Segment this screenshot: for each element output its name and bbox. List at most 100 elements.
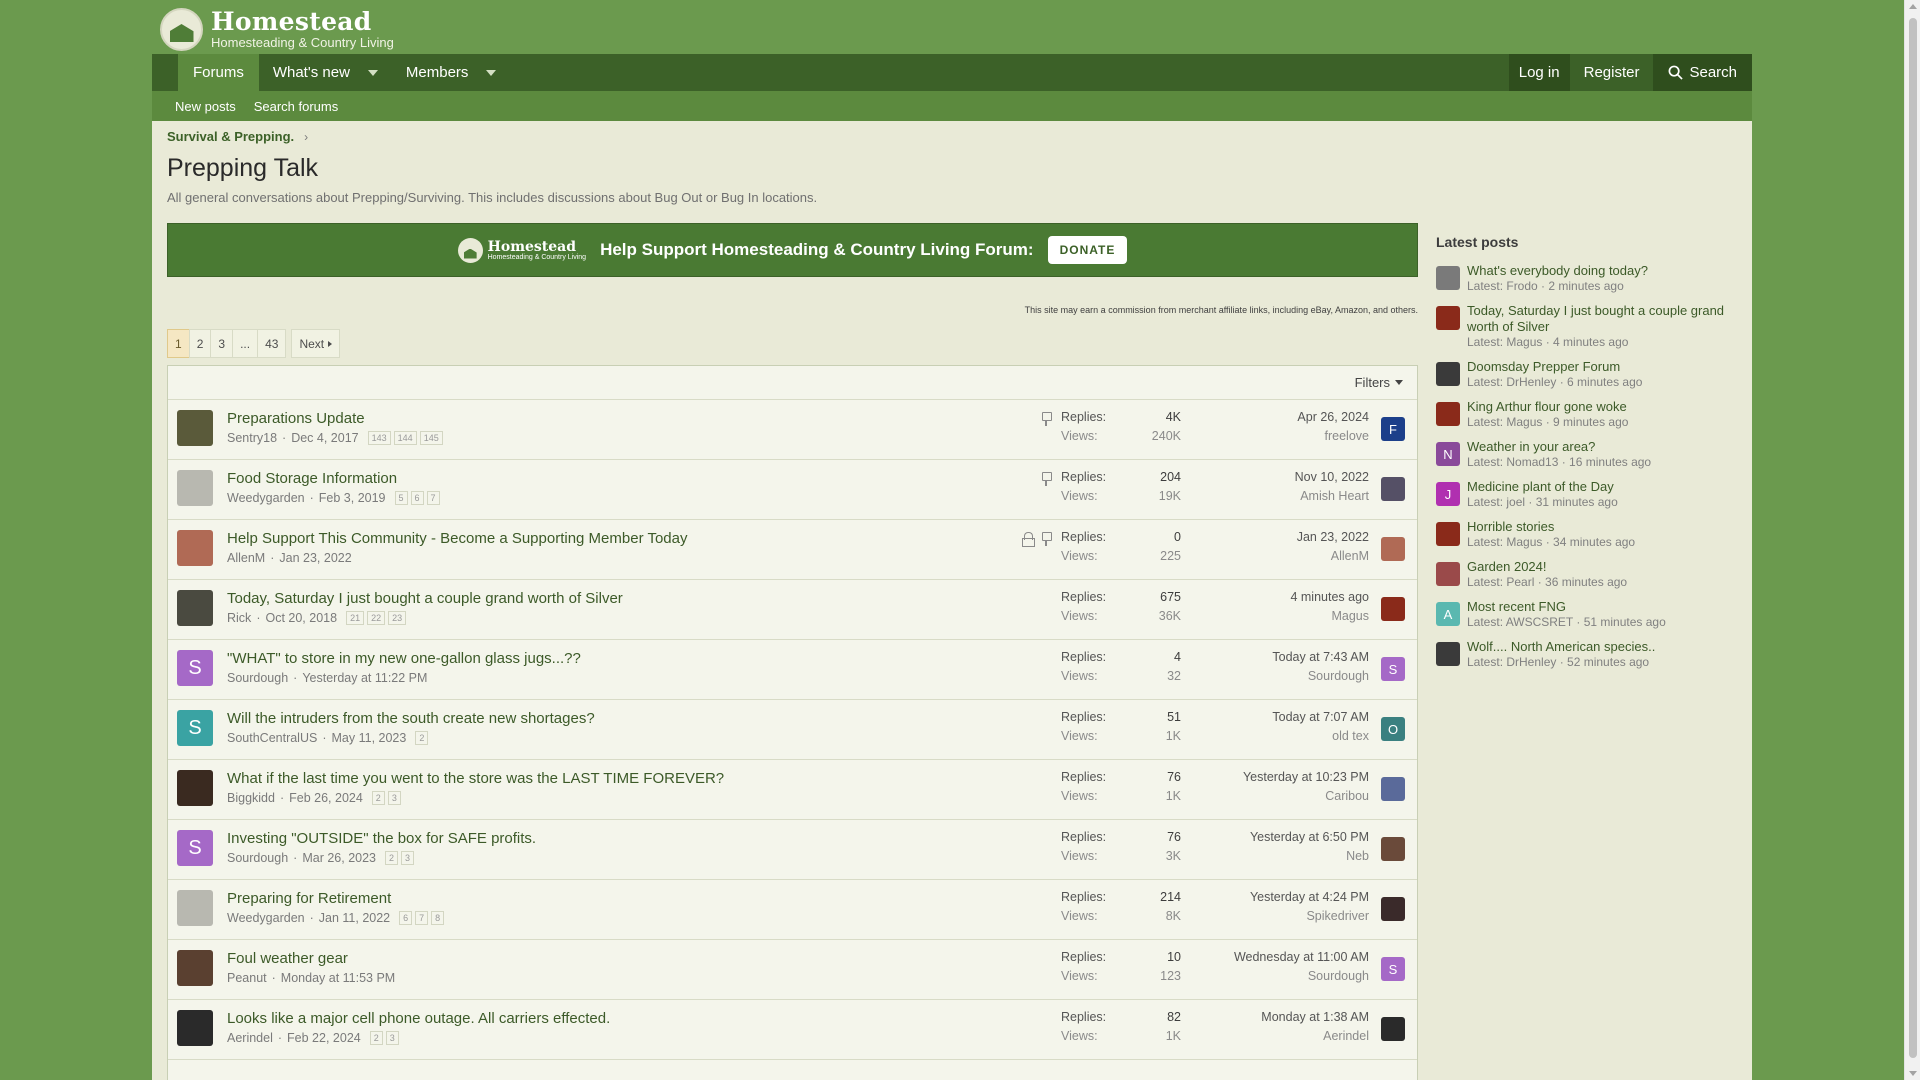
thread-title[interactable]: Foul weather gear xyxy=(227,950,348,967)
avatar[interactable] xyxy=(1436,362,1460,386)
scroll-up-icon[interactable] xyxy=(1909,4,1917,9)
last-poster-avatar[interactable]: S xyxy=(1381,657,1405,681)
thread-date[interactable]: Oct 20, 2018 xyxy=(265,611,337,625)
latest-post-title[interactable]: Wolf.... North American species.. xyxy=(1467,639,1655,655)
latest-post-title[interactable]: King Arthur flour gone woke xyxy=(1467,399,1628,415)
thread-date[interactable]: Jan 23, 2022 xyxy=(279,551,351,565)
avatar[interactable] xyxy=(1436,522,1460,546)
thread-date[interactable]: Yesterday at 11:22 PM xyxy=(302,671,427,685)
thread-title[interactable]: What if the last time you went to the st… xyxy=(227,770,724,787)
breadcrumb-parent[interactable]: Survival & Prepping. xyxy=(167,129,294,144)
last-post-time[interactable]: Today at 7:07 AM xyxy=(1272,710,1369,729)
last-post-user[interactable]: Caribou xyxy=(1243,789,1369,803)
avatar[interactable]: S xyxy=(177,650,213,686)
avatar[interactable] xyxy=(177,410,213,446)
thread-author[interactable]: Aerindel xyxy=(227,1031,273,1045)
thread-title[interactable]: Today, Saturday I just bought a couple g… xyxy=(227,590,623,607)
thread-page-link[interactable]: 23 xyxy=(388,611,407,625)
thread-title[interactable]: Help Support This Community - Become a S… xyxy=(227,530,688,547)
thread-date[interactable]: May 11, 2023 xyxy=(332,731,407,745)
avatar[interactable] xyxy=(177,770,213,806)
last-poster-avatar[interactable] xyxy=(1381,537,1405,561)
scroll-down-icon[interactable] xyxy=(1909,1071,1917,1076)
thread-author[interactable]: Weedygarden xyxy=(227,491,305,505)
thread-page-link[interactable]: 2 xyxy=(369,1031,383,1045)
thread-date[interactable]: Feb 22, 2024 xyxy=(287,1031,361,1045)
chevron-down-icon[interactable] xyxy=(367,69,378,76)
thread-date[interactable]: Feb 26, 2024 xyxy=(289,791,363,805)
thread-author[interactable]: Rick xyxy=(227,611,251,625)
last-poster-avatar[interactable]: F xyxy=(1381,417,1405,441)
last-post-user[interactable]: old tex xyxy=(1272,729,1369,743)
thread-date[interactable]: Mar 26, 2023 xyxy=(302,851,376,865)
nav-forums[interactable]: Forums xyxy=(178,54,259,91)
last-post-time[interactable]: Monday at 1:38 AM xyxy=(1261,1010,1369,1029)
thread-page-link[interactable]: 7 xyxy=(426,491,440,505)
avatar[interactable] xyxy=(1436,306,1460,330)
thread-page-link[interactable]: 145 xyxy=(419,431,443,445)
last-poster-avatar[interactable]: O xyxy=(1381,717,1405,741)
thread-author[interactable]: Peanut xyxy=(227,971,267,985)
last-post-user[interactable]: AllenM xyxy=(1297,549,1369,563)
last-post-time[interactable]: Nov 10, 2022 xyxy=(1295,470,1369,489)
last-post-time[interactable]: Jan 23, 2022 xyxy=(1297,530,1369,549)
last-post-user[interactable]: Aerindel xyxy=(1261,1029,1369,1043)
page-link[interactable]: 2 xyxy=(188,329,212,358)
last-poster-avatar[interactable] xyxy=(1381,477,1405,501)
thread-page-link[interactable]: 2 xyxy=(415,731,429,745)
thread-author[interactable]: Biggkidd xyxy=(227,791,275,805)
thread-date[interactable]: Dec 4, 2017 xyxy=(291,431,358,445)
latest-post-title[interactable]: Garden 2024! xyxy=(1467,559,1627,575)
thread-page-link[interactable]: 6 xyxy=(399,911,413,925)
thread-author[interactable]: SouthCentralUS xyxy=(227,731,317,745)
nav-members[interactable]: Members xyxy=(392,54,511,91)
chevron-down-icon[interactable] xyxy=(486,69,497,76)
thread-title[interactable]: Will the intruders from the south create… xyxy=(227,710,595,727)
thread-title[interactable]: "WHAT" to store in my new one-gallon gla… xyxy=(227,650,581,667)
thread-title[interactable]: Food Storage Information xyxy=(227,470,397,487)
thread-title[interactable]: Looks like a major cell phone outage. Al… xyxy=(227,1010,610,1027)
avatar[interactable] xyxy=(1436,266,1460,290)
thread-page-link[interactable]: 144 xyxy=(393,431,417,445)
thread-page-link[interactable]: 3 xyxy=(385,1031,399,1045)
last-post-user[interactable]: Amish Heart xyxy=(1295,489,1369,503)
avatar[interactable] xyxy=(1436,642,1460,666)
thread-page-link[interactable]: 21 xyxy=(346,611,365,625)
last-poster-avatar[interactable] xyxy=(1381,597,1405,621)
next-page-button[interactable]: Next xyxy=(291,329,341,358)
latest-post-title[interactable]: What's everybody doing today? xyxy=(1467,263,1648,279)
page-link[interactable]: 3 xyxy=(210,329,234,358)
new-posts-link[interactable]: New posts xyxy=(175,99,236,114)
avatar[interactable] xyxy=(177,590,213,626)
last-post-user[interactable]: Magus xyxy=(1290,609,1369,623)
page-link[interactable]: ... xyxy=(232,329,259,358)
thread-page-link[interactable]: 3 xyxy=(401,851,415,865)
avatar[interactable] xyxy=(1436,562,1460,586)
thread-page-link[interactable]: 6 xyxy=(410,491,424,505)
last-post-time[interactable]: 4 minutes ago xyxy=(1290,590,1369,609)
latest-post-title[interactable]: Horrible stories xyxy=(1467,519,1635,535)
last-poster-avatar[interactable] xyxy=(1381,897,1405,921)
last-post-time[interactable]: Yesterday at 4:24 PM xyxy=(1250,890,1369,909)
register-button[interactable]: Register xyxy=(1574,54,1650,91)
nav-whats-new[interactable]: What's new xyxy=(259,54,392,91)
last-poster-avatar[interactable] xyxy=(1381,837,1405,861)
page-link[interactable]: 43 xyxy=(257,329,287,358)
thread-page-link[interactable]: 143 xyxy=(367,431,391,445)
avatar[interactable] xyxy=(177,470,213,506)
scroll-thumb[interactable] xyxy=(1909,18,1917,1058)
last-post-user[interactable]: Sourdough xyxy=(1272,669,1369,683)
thread-title[interactable]: Preparations Update xyxy=(227,410,365,427)
last-poster-avatar[interactable] xyxy=(1381,1017,1405,1041)
thread-page-link[interactable]: 3 xyxy=(387,791,401,805)
page-link[interactable]: 1 xyxy=(167,329,190,358)
latest-post-title[interactable]: Doomsday Prepper Forum xyxy=(1467,359,1642,375)
filters-button[interactable]: Filters xyxy=(168,366,1417,400)
avatar[interactable] xyxy=(1436,402,1460,426)
thread-page-link[interactable]: 2 xyxy=(385,851,399,865)
latest-post-title[interactable]: Weather in your area? xyxy=(1467,439,1651,455)
avatar[interactable]: S xyxy=(177,830,213,866)
thread-page-link[interactable]: 5 xyxy=(394,491,408,505)
thread-author[interactable]: Weedygarden xyxy=(227,911,305,925)
last-post-time[interactable]: Yesterday at 10:23 PM xyxy=(1243,770,1369,789)
